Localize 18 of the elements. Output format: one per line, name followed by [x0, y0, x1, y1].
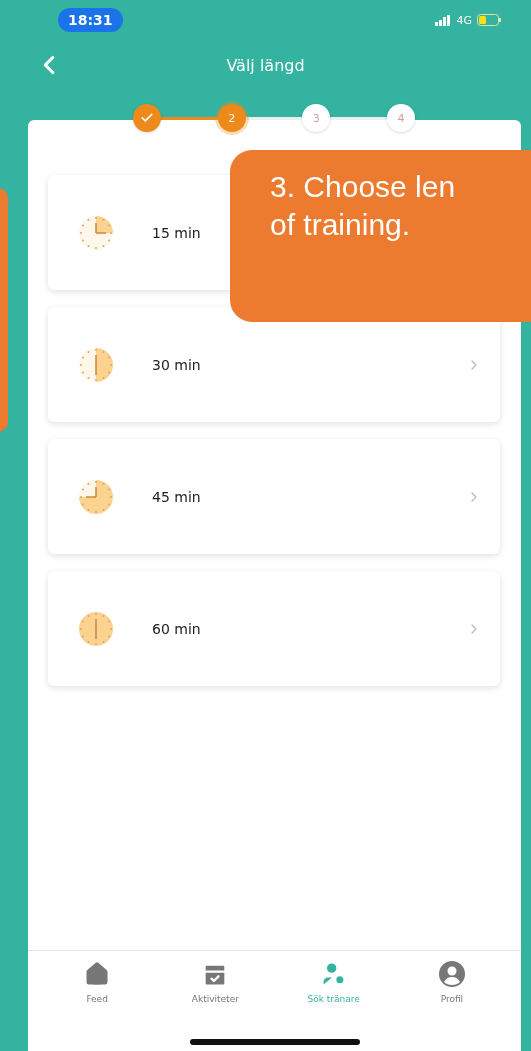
nav-tab[interactable]: Aktiviteter	[170, 959, 261, 1005]
duration-option[interactable]: 30 min	[48, 307, 500, 422]
nav-tab[interactable]: Feed	[52, 959, 143, 1005]
screen-title: Välj längd	[226, 55, 305, 75]
annotation-tooltip: 3. Choose len of training.	[230, 150, 531, 322]
duration-option[interactable]: 45 min	[48, 439, 500, 554]
status-time: 18:31	[58, 8, 123, 32]
step-indicator: 2	[217, 104, 246, 132]
battery-icon	[477, 14, 501, 26]
network-label: 4G	[456, 13, 472, 27]
nav-tab[interactable]: Profil	[406, 959, 497, 1005]
nav-tab[interactable]: Sök tränare	[288, 959, 379, 1005]
check-icon	[140, 111, 154, 125]
user-circle-icon	[437, 960, 466, 988]
signal-icon	[435, 14, 452, 26]
step-indicator: 3	[302, 104, 331, 132]
duration-option[interactable]: 60 min	[48, 571, 500, 686]
step-indicator: 4	[386, 104, 415, 132]
